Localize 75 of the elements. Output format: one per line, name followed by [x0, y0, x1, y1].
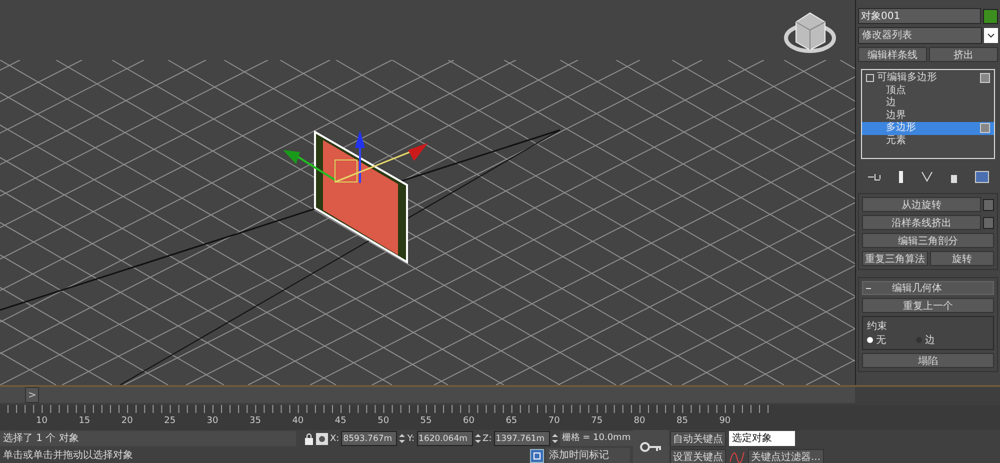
set-key-button[interactable]: 设置关键点 [670, 448, 726, 463]
stack-sub-object[interactable]: 元素 [862, 134, 994, 147]
absolute-mode-icon[interactable] [316, 432, 328, 444]
spinner-icon[interactable] [552, 433, 558, 444]
frame-number: 85 [676, 416, 688, 426]
time-slider-thumb[interactable]: > [25, 387, 40, 403]
command-button[interactable]: 编辑三角剖分 [862, 233, 994, 248]
spinner-icon[interactable] [399, 433, 406, 444]
frame-number: 65 [506, 416, 518, 426]
modifier-button[interactable]: 编辑样条线 [858, 47, 927, 62]
frame-number: 25 [164, 416, 176, 426]
settings-icon[interactable] [983, 216, 994, 228]
command-button[interactable]: 沿样条线挤出 [862, 215, 981, 230]
stack-sub-object[interactable]: 边界 [862, 110, 994, 122]
frame-number: 55 [420, 416, 432, 426]
time-slider[interactable]: > [0, 387, 855, 403]
rollout-title: 编辑几何体 [892, 282, 942, 295]
group-label: 约束 [867, 321, 887, 332]
frame-number: 30 [206, 416, 218, 426]
repeat-last-button[interactable]: 重复上一个 [862, 298, 994, 313]
frame-number: 20 [121, 416, 133, 426]
frame-number: 50 [378, 416, 390, 426]
key-icon[interactable] [640, 442, 662, 452]
spinner-icon[interactable] [474, 433, 481, 444]
axis-label: Y: [407, 434, 415, 444]
lock-icon[interactable] [304, 432, 314, 444]
auto-key-button[interactable]: 自动关键点 [670, 430, 726, 446]
time-tag-icon[interactable] [530, 448, 544, 462]
frame-number: 60 [463, 416, 474, 426]
axis-label: X: [330, 434, 340, 444]
viewcube-icon[interactable] [784, 12, 836, 53]
timeline-ruler[interactable]: 10 15 20 25 30 35 40 45 50 55 60 65 70 75 80 85 90 [0, 405, 1000, 430]
dropdown-button[interactable] [984, 28, 998, 43]
axis-label: Z: [482, 434, 492, 444]
y-coordinate-field[interactable]: 1620.064m [416, 431, 473, 446]
time-tag-label[interactable]: 添加时间标记 [546, 448, 630, 463]
move-gizmo-drawing[interactable] [283, 130, 428, 183]
prompt-text: 单击或单击并拖动以选择对象 [2, 448, 134, 463]
x-coordinate-field[interactable]: 8593.767m [341, 431, 398, 446]
command-button[interactable]: 旋转 [930, 251, 994, 266]
collapse-button[interactable]: 塌陷 [862, 353, 994, 368]
collapse-toggle-icon[interactable] [866, 74, 874, 82]
rollout-header[interactable]: 编辑几何体 [862, 281, 994, 295]
frame-number: 35 [250, 416, 261, 426]
radio-option[interactable]: 无 [867, 333, 886, 347]
chevron-down-icon [987, 33, 995, 38]
frame-number: 10 [36, 416, 48, 426]
frame-number: 80 [634, 416, 646, 426]
radio-option[interactable]: 边 [916, 333, 935, 347]
collapse-icon [866, 285, 872, 291]
frame-number: 45 [334, 416, 346, 426]
frame-number: 70 [548, 416, 560, 426]
object-color-swatch[interactable] [983, 8, 998, 24]
modifier-button[interactable]: 挤出 [929, 47, 998, 62]
plane-object[interactable] [314, 130, 408, 264]
object-name-field[interactable]: 对象001 [858, 8, 981, 24]
modifier-list-dropdown[interactable]: 修改器列表 [858, 27, 982, 44]
frame-number: 15 [78, 416, 90, 426]
configure-icon[interactable] [975, 171, 990, 183]
z-coordinate-field[interactable]: 1397.761m [494, 431, 550, 446]
key-filters-button[interactable]: 关键点过滤器... [748, 448, 824, 463]
key-mode-dropdown[interactable]: 选定对象 [729, 431, 795, 446]
stack-sub-object[interactable]: 顶点 [862, 84, 994, 97]
stack-sub-object[interactable]: 多边形 [862, 122, 994, 134]
stack-item[interactable]: 可编辑多边形 [862, 72, 994, 84]
curve-icon[interactable] [729, 450, 745, 463]
selection-info: 选择了 1 个 对象 [0, 431, 296, 446]
frame-number: 40 [292, 416, 304, 426]
stack-sub-object[interactable]: 边 [862, 97, 994, 110]
frame-number: 90 [719, 416, 731, 426]
command-button[interactable]: 从边旋转 [862, 197, 981, 212]
frame-number: 75 [591, 416, 603, 426]
stack-item-label: 可编辑多边形 [877, 72, 938, 84]
command-button[interactable]: 重复三角算法 [862, 251, 928, 266]
settings-icon[interactable] [983, 198, 994, 210]
